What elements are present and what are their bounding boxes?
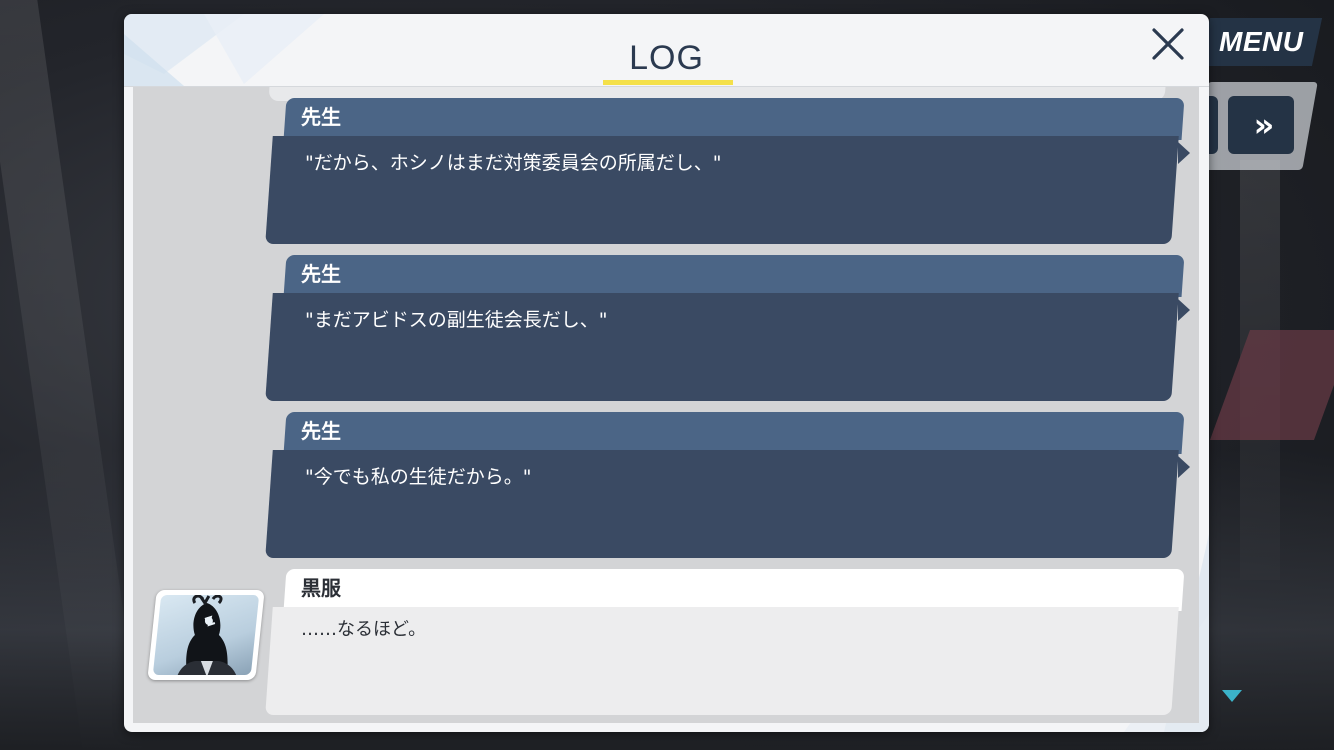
speaker-name: 先生 <box>301 419 341 443</box>
log-panel: LOG 先生 "だから、ホシノはまだ対策委員会の所属だし、" 先生 "まだアビド… <box>124 14 1209 732</box>
bubble-pointer <box>1178 456 1190 478</box>
menu-button-label: MENU <box>1218 26 1304 57</box>
speaker-name-bar <box>283 255 1185 297</box>
log-entry: 黒服 ……なるほど。 <box>263 569 1188 717</box>
log-title: LOG <box>629 39 704 77</box>
fast-forward-icon: » <box>1253 106 1275 144</box>
bubble-pointer <box>1178 299 1190 321</box>
speaker-name: 黒服 <box>301 576 341 600</box>
avatar-portrait <box>152 595 260 675</box>
dialogue-text: "だから、ホシノはまだ対策委員会の所属だし、" <box>305 152 722 174</box>
dialogue-text: ……なるほど。 <box>301 619 427 640</box>
speaker-avatar <box>147 590 265 680</box>
bubble-pointer <box>1178 142 1190 164</box>
log-entry: 先生 "だから、ホシノはまだ対策委員会の所属だし、" <box>263 98 1190 246</box>
background-red-panel <box>1209 330 1334 440</box>
dialogue-text: "まだアビドスの副生徒会長だし、" <box>305 309 608 331</box>
speaker-name-bar <box>283 412 1185 454</box>
skip-button[interactable]: » <box>1228 96 1294 154</box>
log-entry: 先生 "今でも私の生徒だから。" <box>263 412 1190 560</box>
close-icon <box>1152 28 1184 60</box>
log-scroll-area[interactable]: 先生 "だから、ホシノはまだ対策委員会の所属だし、" 先生 "まだアビドスの副生… <box>133 87 1199 723</box>
triangle-down-icon[interactable] <box>1222 690 1242 702</box>
black-suit-portrait <box>176 595 237 675</box>
speaker-name: 先生 <box>301 262 341 286</box>
close-button[interactable] <box>1148 24 1188 64</box>
menu-button[interactable]: MENU <box>1199 18 1323 66</box>
log-title-underline <box>603 80 733 85</box>
dialogue-text: "今でも私の生徒だから。" <box>305 466 532 488</box>
log-entry: 先生 "まだアビドスの副生徒会長だし、" <box>263 255 1190 403</box>
log-header: LOG <box>124 14 1209 86</box>
speaker-name: 先生 <box>301 105 341 129</box>
speaker-name-bar <box>283 569 1185 611</box>
speaker-name-bar <box>283 98 1185 140</box>
